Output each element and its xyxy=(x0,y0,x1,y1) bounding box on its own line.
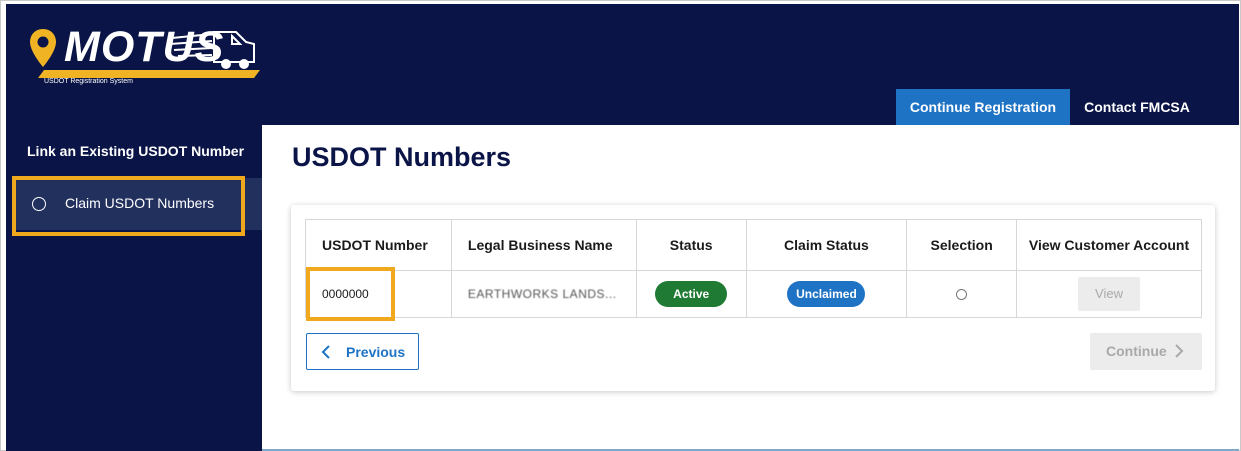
sidebar: Link an Existing USDOT Number Claim USDO… xyxy=(6,125,262,451)
location-pin-icon xyxy=(30,29,56,67)
top-header: MOTUS USDOT Registration System Continue… xyxy=(6,4,1239,125)
column-header: Selection xyxy=(906,219,1017,271)
legal-business-name: EARTHWORKS LANDS... xyxy=(467,287,617,301)
nav-contact-fmcsa[interactable]: Contact FMCSA xyxy=(1072,89,1202,125)
selection-cell xyxy=(906,270,1017,318)
claim-status-cell: Unclaimed xyxy=(745,270,907,318)
sidebar-title: Link an Existing USDOT Number xyxy=(27,143,245,159)
logo-stripe xyxy=(38,70,260,78)
continue-button[interactable]: Continue xyxy=(1090,333,1202,370)
nav-continue-registration[interactable]: Continue Registration xyxy=(896,89,1070,125)
motus-logo[interactable]: MOTUS USDOT Registration System xyxy=(28,20,260,92)
table-header-row: USDOT Number Legal Business Name Status … xyxy=(305,219,1202,271)
chevron-right-icon xyxy=(1175,344,1184,358)
column-header: USDOT Number xyxy=(305,219,452,271)
legal-business-name-cell: EARTHWORKS LANDS... xyxy=(450,270,637,318)
selection-radio[interactable] xyxy=(956,289,968,301)
column-header: Legal Business Name xyxy=(450,219,637,271)
usdot-numbers-card: USDOT Number Legal Business Name Status … xyxy=(291,205,1215,391)
column-header: View Customer Account xyxy=(1016,219,1202,271)
truck-icon xyxy=(170,31,255,69)
continue-button-label: Continue xyxy=(1106,343,1167,359)
claim-status-badge: Unclaimed xyxy=(787,281,866,307)
sidebar-item-claim-usdot-numbers[interactable]: Claim USDOT Numbers xyxy=(12,178,262,230)
previous-button-label: Previous xyxy=(346,344,406,360)
sidebar-item-label: Claim USDOT Numbers xyxy=(65,195,215,211)
status-badge: Active xyxy=(655,281,728,307)
view-cell: View xyxy=(1016,270,1202,318)
page-title: USDOT Numbers xyxy=(292,142,512,172)
column-header: Status xyxy=(635,219,747,271)
usdot-number-cell: 0000000 xyxy=(322,287,369,301)
logo-subtitle: USDOT Registration System xyxy=(44,78,133,85)
usdot-table: USDOT Number Legal Business Name Status … xyxy=(305,219,1202,318)
previous-button[interactable]: Previous xyxy=(306,333,419,370)
chevron-left-icon xyxy=(321,345,330,359)
column-header: Claim Status xyxy=(745,219,907,271)
status-cell: Active xyxy=(635,270,747,318)
table-row: 0000000 EARTHWORKS LANDS... Active Uncla… xyxy=(306,270,1202,318)
radio-icon xyxy=(32,197,46,211)
view-button[interactable]: View xyxy=(1078,277,1141,311)
